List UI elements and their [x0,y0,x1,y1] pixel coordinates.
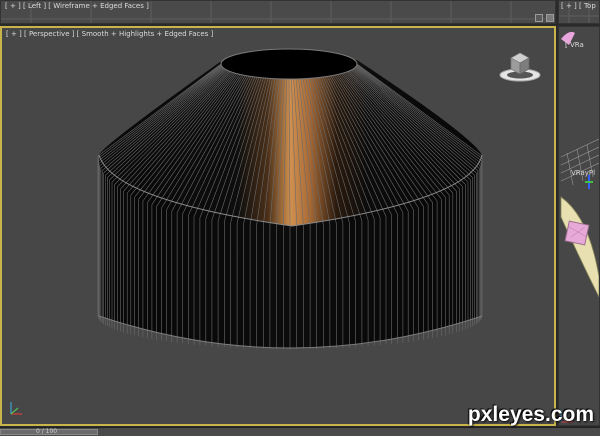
viewport-top-right-label[interactable]: [ + ] [ Top [561,2,596,10]
axis-tripod-icon [10,402,22,415]
viewcube-icon[interactable] [498,48,544,82]
viewport-top-right[interactable]: [ + ] [ Top [558,0,600,24]
viewport-perspective[interactable]: [ + ] [ Perspective ] [ Smooth + Highlig… [0,26,556,426]
timeline-frame-text: 0 / 100 [36,428,58,435]
watermark: pxleyes.com [467,403,594,426]
lampshade-model [97,48,483,349]
viewport-right-side[interactable]: [ VRa VRayPl [558,26,600,426]
top-opening [220,48,358,80]
maximize-icon[interactable] [546,14,554,22]
viewport-right-label-1[interactable]: [ VRa [565,41,584,49]
minimize-icon[interactable] [535,14,543,22]
right-side-scene [560,31,599,423]
viewport-left-label[interactable]: [ + ] [ Left ] [ Wireframe + Edged Faces… [5,2,149,10]
viewport-left[interactable]: [ + ] [ Left ] [ Wireframe + Edged Faces… [0,0,556,24]
viewport-right-label-2: VRayPl [571,169,596,177]
